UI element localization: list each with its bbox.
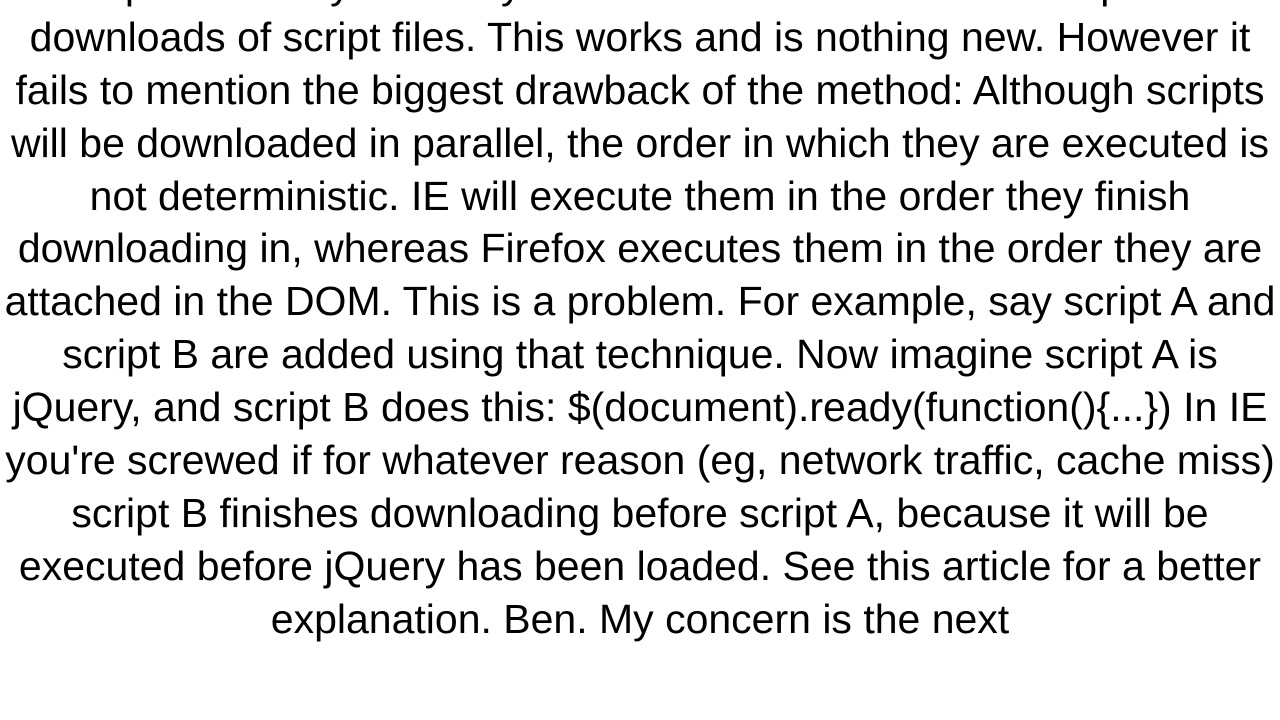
article-body-text: ‹script› nodes dynamically in the DOM in… [0, 0, 1280, 645]
